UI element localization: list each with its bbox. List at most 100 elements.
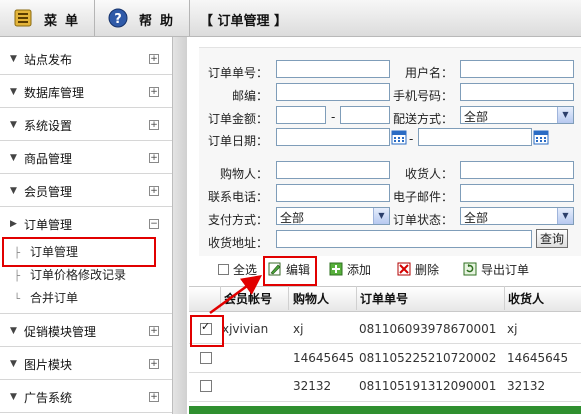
row-checkbox[interactable] [200,380,212,392]
email-input[interactable] [460,184,574,202]
sidebar-section-database[interactable]: ▼ 数据库管理 + [0,75,172,108]
expand-icon[interactable]: + [149,54,159,64]
mobile-label: 手机号码： [393,89,454,103]
payment-label: 支付方式： [208,213,269,227]
cell-order-no: 081105191312090001 [359,379,497,393]
sidebar-section-label: 站点发布 [24,53,73,67]
page-title: 【 订单管理 】 [200,14,288,29]
cell-order-no: 081105225210720002 [359,351,497,365]
buyer-input[interactable] [276,161,390,179]
tree-line-icon: └ [14,294,21,305]
chevron-down-icon: ▼ [10,392,17,402]
sidebar-section-ads[interactable]: ▼ 广告系统 + [0,380,172,413]
username-input[interactable] [460,60,574,78]
phone-input[interactable] [276,184,390,202]
help-tab[interactable]: ? 帮助 [95,0,190,36]
sidebar-section-products[interactable]: ▼ 商品管理 + [0,141,172,174]
column-divider [220,286,221,310]
column-header-receiver[interactable]: 收货人 [508,290,544,307]
collapse-icon[interactable]: − [149,219,159,229]
sidebar-collapse-bar[interactable] [172,37,187,414]
amount-min-input[interactable] [276,106,326,124]
svg-text:?: ? [114,12,122,27]
add-label: 添加 [347,263,372,277]
order-no-label: 订单单号： [208,66,269,80]
expand-icon[interactable]: + [149,87,159,97]
receiver-input[interactable] [460,161,574,179]
export-label: 导出订单 [481,263,530,277]
chevron-down-icon: ▼ [10,54,17,64]
expand-icon[interactable]: + [149,153,159,163]
column-divider [504,286,505,310]
amount-label: 订单金额： [208,112,269,126]
sidebar-section-system-settings[interactable]: ▼ 系统设置 + [0,108,172,141]
chevron-down-icon: ▼ [10,120,17,130]
highlight-box-edit [263,256,317,286]
mobile-input[interactable] [460,83,574,101]
zip-input[interactable] [276,83,390,101]
sidebar-section-label: 会员管理 [24,185,73,199]
add-button[interactable]: 添加 [329,261,371,278]
select-all-checkbox[interactable]: 全选 [218,261,257,278]
sidebar-section-label: 订单管理 [24,218,73,232]
chevron-down-icon: ▼ [10,153,17,163]
order-no-input[interactable] [276,60,390,78]
date-start-input[interactable] [276,128,390,146]
dropdown-arrow-icon: ▼ [557,208,573,224]
address-label: 收货地址： [208,236,269,250]
receiver-label: 收货人： [405,167,454,181]
column-header-buyer[interactable]: 购物人 [293,290,329,307]
sidebar-section-site-publish[interactable]: ▼ 站点发布 + [0,42,172,75]
database-icon [14,9,32,27]
chevron-down-icon: ▼ [10,87,17,97]
amount-separator: - [331,110,336,124]
refresh-export-icon [463,262,477,276]
sidebar-section-images[interactable]: ▼ 图片模块 + [0,347,172,380]
highlight-box-order-menu [2,237,156,267]
column-divider [288,286,289,310]
amount-max-input[interactable] [340,106,390,124]
column-header-member[interactable]: 会员帐号 [224,290,272,307]
calendar-icon[interactable] [391,129,407,145]
buyer-label: 购物人： [220,167,269,181]
expand-icon[interactable]: + [149,186,159,196]
sidebar-section-label: 促销模块管理 [24,325,97,339]
cell-buyer: 32132 [293,379,332,393]
expand-icon[interactable]: + [149,326,159,336]
dropdown-arrow-icon: ▼ [557,107,573,123]
select-all-label: 全选 [233,263,258,277]
address-input[interactable] [276,230,532,248]
sidebar-section-label: 商品管理 [24,152,73,166]
shipping-select[interactable]: 全部 ▼ [460,106,574,124]
chevron-down-icon: ▼ [10,359,17,369]
chevron-down-icon: ▼ [10,326,17,336]
sidebar-item-price-change-log[interactable]: ├ 订单价格修改记录 [14,266,126,283]
email-label: 电子邮件： [393,190,454,204]
expand-icon[interactable]: + [149,359,159,369]
sidebar-section-label: 数据库管理 [24,86,85,100]
row-checkbox[interactable] [200,352,212,364]
chevron-right-icon: ▶ [10,219,17,229]
sidebar-section-label: 图片模块 [24,358,73,372]
sidebar-section-members[interactable]: ▼ 会员管理 + [0,174,172,207]
delete-button[interactable]: 删除 [397,261,439,278]
expand-icon[interactable]: + [149,120,159,130]
sidebar-section-orders[interactable]: ▶ 订单管理 − [0,207,172,239]
cell-member: xjvivian [222,322,269,336]
sidebar-item-merge-orders[interactable]: └ 合并订单 [14,289,78,306]
payment-select-value: 全部 [280,211,305,225]
status-select[interactable]: 全部 ▼ [460,207,574,225]
sidebar-section-label: 系统设置 [24,119,73,133]
payment-select[interactable]: 全部 ▼ [276,207,390,225]
column-header-order-no[interactable]: 订单单号 [360,290,408,307]
sidebar-section-promotion[interactable]: ▼ 促销模块管理 + [0,313,172,347]
cell-order-no: 081106093978670001 [359,322,497,336]
status-label: 订单状态： [393,213,454,227]
calendar-icon[interactable] [533,129,549,145]
date-end-input[interactable] [418,128,532,146]
export-orders-button[interactable]: 导出订单 [463,261,529,278]
search-button[interactable]: 查询 [536,229,568,248]
expand-icon[interactable]: + [149,392,159,402]
dropdown-arrow-icon: ▼ [373,208,389,224]
menu-tab[interactable]: 菜单 [0,0,95,36]
